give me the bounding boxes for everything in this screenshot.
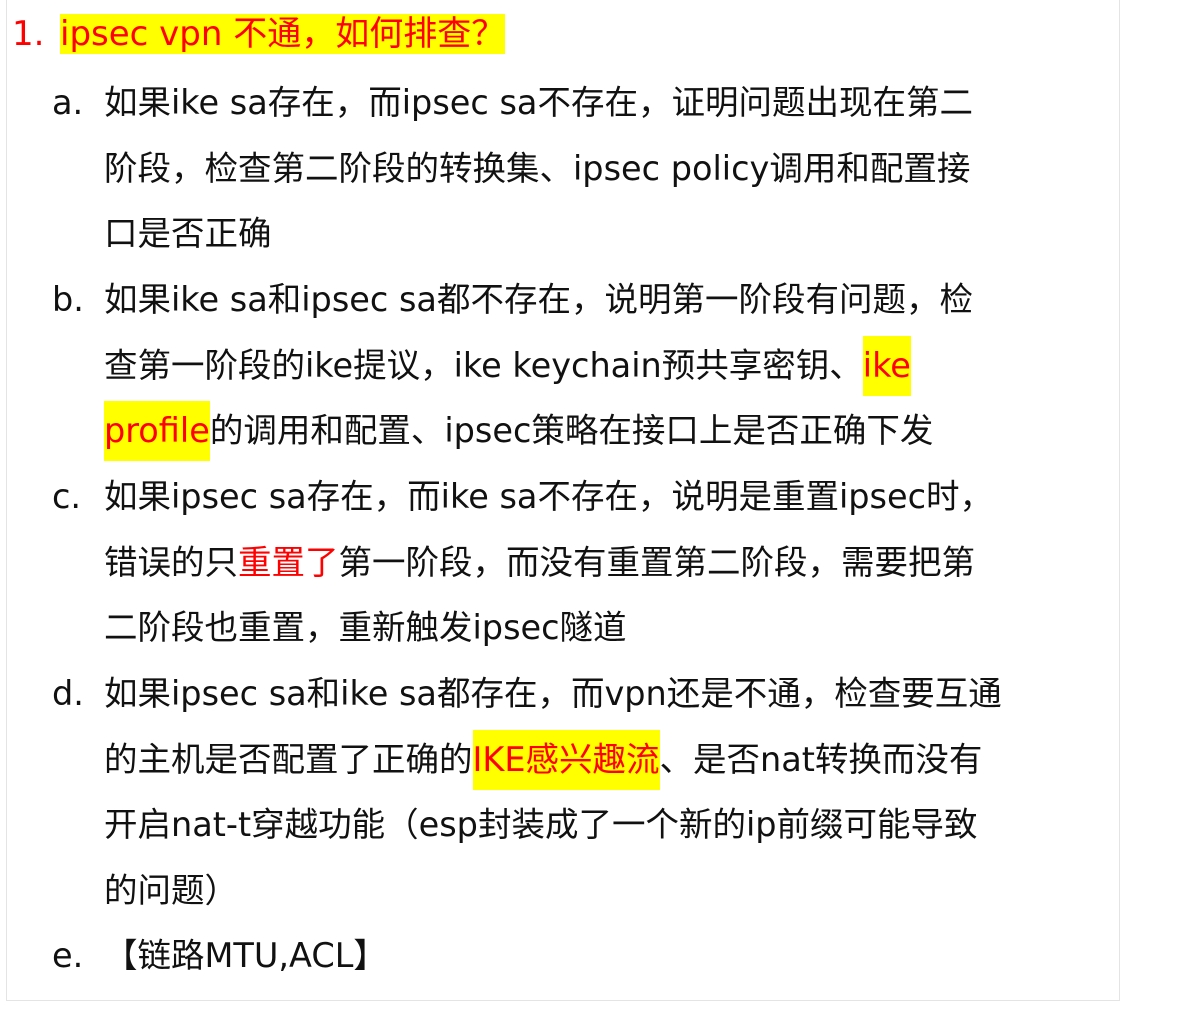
list-marker: c.	[52, 477, 82, 516]
text-segment: 的主机是否配置了正确的	[104, 739, 473, 779]
list-item-line: 二阶段也重置，重新触发ipsec隧道	[104, 608, 627, 647]
text-segment: 错误的只	[104, 542, 238, 582]
question-text: ipsec vpn 不通，如何排查？	[60, 14, 506, 54]
list-item-line: 【链路MTU,ACL】	[104, 936, 387, 975]
text-segment: 第一阶段，而没有重置第二阶段，需要把第	[338, 542, 976, 582]
highlighted-term: ike	[862, 335, 911, 396]
list-marker: a.	[52, 83, 84, 122]
list-item-line: 如果ike sa和ipsec sa都不存在，说明第一阶段有问题，检	[104, 280, 973, 319]
list-item-line: 如果ike sa存在，而ipsec sa不存在，证明问题出现在第二	[104, 83, 973, 122]
list-marker: e.	[52, 936, 84, 975]
question-heading: 1. ipsec vpn 不通，如何排查？	[12, 4, 506, 64]
text-segment: 查第一阶段的ike提议，ike keychain预共享密钥、	[104, 345, 863, 385]
list-item-line: 的主机是否配置了正确的IKE感兴趣流、是否nat转换而没有	[52, 727, 1112, 793]
list-item-line: 开启nat-t穿越功能（esp封装成了一个新的ip前缀可能导致	[104, 805, 978, 844]
list-item-line: 口是否正确	[104, 214, 272, 253]
list-item-a: a. 如果ike sa存在，而ipsec sa不存在，证明问题出现在第二 阶段，…	[52, 70, 1112, 267]
list-marker: d.	[52, 674, 84, 713]
list-item-b: b. 如果ike sa和ipsec sa都不存在，说明第一阶段有问题，检 查第一…	[52, 267, 1112, 464]
highlighted-term: profile	[104, 401, 210, 461]
list-item-c: c. 如果ipsec sa存在，而ike sa不存在，说明是重置ipsec时， …	[52, 464, 1112, 661]
list-item-line: 查第一阶段的ike提议，ike keychain预共享密钥、ike	[52, 333, 1112, 399]
list-item-e: e. 【链路MTU,ACL】	[52, 923, 1112, 989]
text-segment: 的调用和配置、ipsec策略在接口上是否正确下发	[209, 411, 934, 450]
list-item-line: 的问题）	[104, 870, 238, 910]
list-number: 1.	[12, 14, 45, 54]
list-item-line: 阶段，检查第二阶段的转换集、ipsec policy调用和配置接	[104, 148, 971, 188]
list-item-line: 如果ipsec sa和ike sa都存在，而vpn还是不通，检查要互通	[104, 674, 1002, 713]
text-segment: 、是否nat转换而没有	[659, 739, 983, 779]
list-item-line: profile的调用和配置、ipsec策略在接口上是否正确下发	[52, 398, 1112, 464]
emphasized-term: 重置了	[238, 542, 339, 582]
list-item-line: 错误的只重置了第一阶段，而没有重置第二阶段，需要把第	[52, 530, 1112, 596]
list-item-line: 如果ipsec sa存在，而ike sa不存在，说明是重置ipsec时，	[104, 477, 993, 516]
list-marker: b.	[52, 280, 84, 319]
highlighted-term: IKE感兴趣流	[472, 729, 660, 790]
list-item-d: d. 如果ipsec sa和ike sa都存在，而vpn还是不通，检查要互通 的…	[52, 661, 1112, 923]
